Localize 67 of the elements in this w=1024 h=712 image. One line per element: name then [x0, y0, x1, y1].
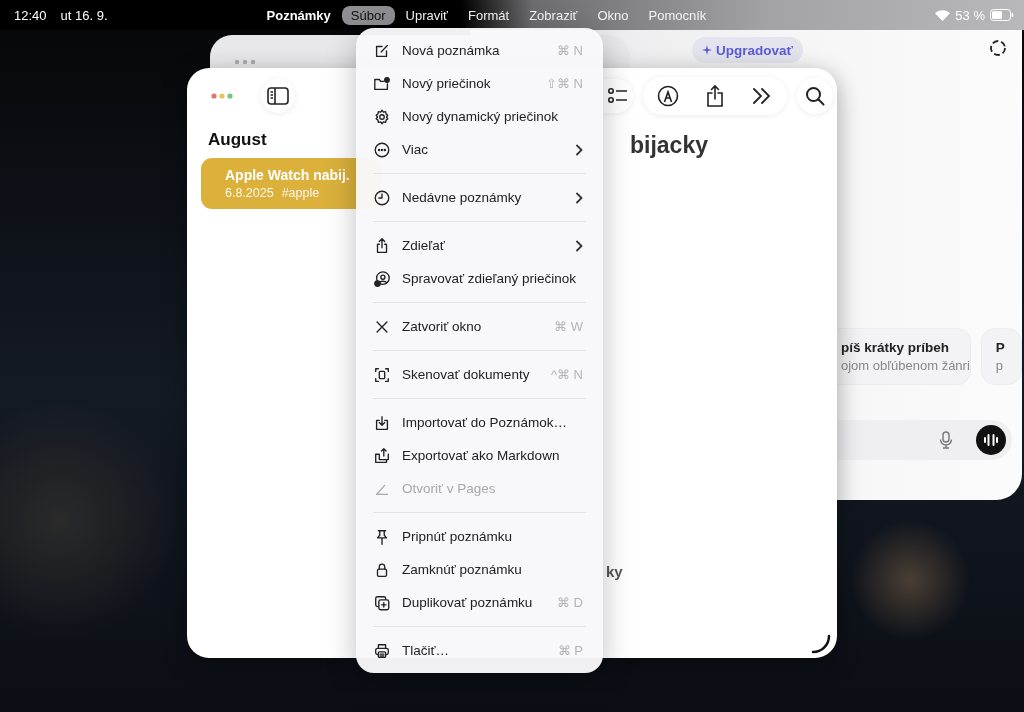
menu-item[interactable]: Tlačiť… ⌘ P: [356, 634, 603, 667]
menu-bar-item[interactable]: Okno: [588, 5, 638, 25]
window-controls-icon[interactable]: [211, 93, 233, 99]
upgrade-button[interactable]: Upgradovať: [692, 37, 803, 63]
more-icon: [373, 140, 391, 159]
menu-item[interactable]: Spravovať zdieľaný priečinok: [356, 262, 603, 295]
menu-bar-item[interactable]: Súbor: [341, 5, 395, 25]
suggestion-card[interactable]: P p: [980, 328, 1022, 385]
menu-item[interactable]: Duplikovať poznámku ⌘ D: [356, 586, 603, 619]
menu-bar-item[interactable]: Poznámky: [257, 5, 340, 25]
export-icon: [373, 446, 391, 465]
chevron-right-icon: [575, 143, 583, 156]
menu-item[interactable]: Zatvoriť okno ⌘ W: [356, 310, 603, 343]
menu-item[interactable]: Exportovať ako Markdown: [356, 439, 603, 472]
dashed-circle-icon[interactable]: [989, 39, 1007, 57]
section-heading: August: [208, 130, 267, 150]
menu-item[interactable]: Nový priečinok ⇧⌘ N: [356, 67, 603, 100]
search-button[interactable]: [797, 78, 833, 114]
search-icon: [805, 86, 825, 106]
sidebar-icon: [267, 87, 289, 105]
message-field[interactable]: [838, 420, 1012, 460]
chevron-right-icon: [575, 191, 583, 204]
microphone-icon[interactable]: [938, 431, 954, 449]
menu-item[interactable]: Pripnúť poznámku: [356, 520, 603, 553]
sidebar-toggle-button[interactable]: [261, 79, 295, 113]
menu-item[interactable]: Nový dynamický priečinok: [356, 100, 603, 133]
menu-item[interactable]: Importovať do Poznámok…: [356, 406, 603, 439]
note-title-text: bijacky: [630, 132, 709, 159]
note-body-text: ky: [606, 563, 624, 580]
more-dots-icon[interactable]: [234, 59, 256, 65]
wifi-icon: [935, 9, 951, 21]
import-icon: [373, 413, 391, 432]
date-text: ut 16. 9.: [60, 7, 108, 23]
menu-bar-item[interactable]: Upraviť: [396, 5, 457, 25]
note-date: 6.8.2025: [225, 186, 274, 200]
markup-icon[interactable]: [657, 85, 679, 107]
battery-percent: 53 %: [955, 7, 985, 23]
people-icon: [373, 269, 391, 288]
menu-bar-item[interactable]: Formát: [459, 5, 519, 25]
note-tag: #apple: [281, 186, 320, 200]
sparkle-icon: [702, 45, 712, 55]
battery-icon: [990, 9, 1014, 21]
menu-item[interactable]: Zamknúť poznámku: [356, 553, 603, 586]
clock-icon: [373, 188, 391, 207]
menu-bar-item[interactable]: Zobraziť: [520, 5, 587, 25]
suggestion-subtitle: ojom obľúbenom žánri: [841, 358, 970, 373]
share-icon[interactable]: [705, 84, 725, 108]
suggestion-card[interactable]: píš krátky príbeh ojom obľúbenom žánri: [838, 328, 971, 385]
chevrons-icon[interactable]: [751, 86, 773, 106]
settings-icon: [373, 107, 391, 126]
menu-item[interactable]: Nová poznámka ⌘ N: [356, 34, 603, 67]
menu-item[interactable]: Skenovať dokumenty ^⌘ N: [356, 358, 603, 391]
chevron-right-icon: [575, 239, 583, 252]
checklist-button[interactable]: [603, 79, 633, 113]
duplicate-icon: [373, 593, 391, 612]
suggestion-subtitle: p: [995, 358, 1005, 373]
printer-icon: [373, 641, 391, 660]
clock-time: 12:40: [14, 7, 47, 23]
checklist-icon: [608, 87, 628, 105]
voice-button-icon[interactable]: [976, 425, 1006, 455]
menu-item[interactable]: Zdieľať: [356, 229, 603, 262]
suggestion-title: P: [995, 340, 1006, 355]
folder-icon: [373, 74, 391, 93]
note-title: Apple Watch nabij.: [225, 167, 351, 183]
suggestion-title: píš krátky príbeh: [841, 340, 951, 355]
resize-handle-icon[interactable]: [811, 634, 831, 654]
scan-icon: [373, 365, 391, 384]
